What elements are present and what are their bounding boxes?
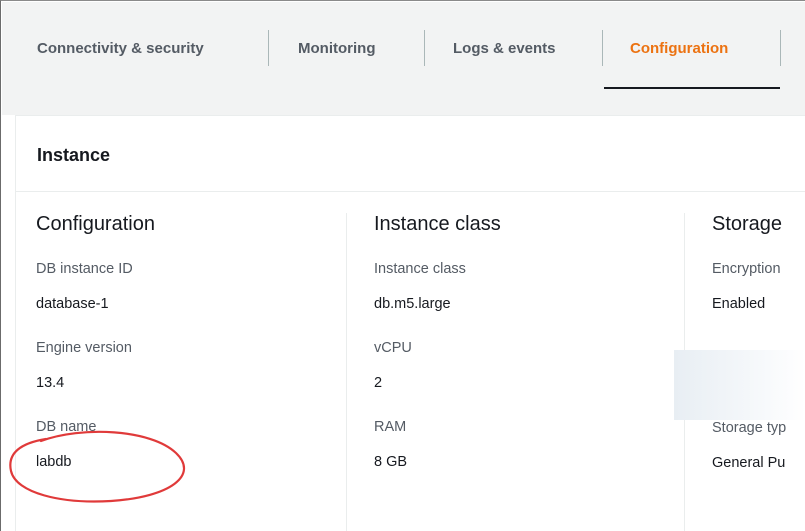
field-label: vCPU <box>374 340 412 356</box>
tab-connectivity-security[interactable]: Connectivity & security <box>37 24 204 76</box>
field-value: db.m5.large <box>374 296 451 312</box>
tab-divider <box>268 30 269 66</box>
field-value: labdb <box>36 454 72 470</box>
column-divider <box>346 213 347 531</box>
tab-logs-events[interactable]: Logs & events <box>453 24 556 76</box>
field-label: DB name <box>36 419 97 435</box>
configuration-column: Configuration DB instance ID database-1 … <box>36 213 155 496</box>
blurred-area <box>674 350 805 420</box>
field-value: 8 GB <box>374 454 408 470</box>
tab-divider <box>780 30 781 66</box>
panel-header: Instance <box>16 115 805 192</box>
tab-label: Configuration <box>630 40 729 57</box>
tab-configuration[interactable]: Configuration <box>604 24 780 90</box>
field-value: database-1 <box>36 296 109 312</box>
field-label: Engine version <box>36 340 132 356</box>
tab-monitoring[interactable]: Monitoring <box>298 24 375 76</box>
field-value: General Pu <box>712 455 786 471</box>
field-label: Instance class <box>374 261 466 277</box>
column-title: Configuration <box>36 213 155 235</box>
column-title: Instance class <box>374 213 501 235</box>
field-ram: RAM 8 GB <box>374 417 501 472</box>
field-label: Storage typ <box>712 420 787 436</box>
panel-title: Instance <box>37 145 111 165</box>
tab-divider <box>424 30 425 66</box>
tab-label: Connectivity & security <box>37 40 204 57</box>
tab-bar: Connectivity & security Monitoring Logs … <box>2 2 805 90</box>
field-vcpu: vCPU 2 <box>374 338 501 393</box>
tab-label: Monitoring <box>298 40 376 57</box>
field-storage-type: Storage typ General Pu <box>712 418 786 473</box>
field-value: 2 <box>374 375 383 391</box>
field-label: Encryption <box>712 261 781 277</box>
field-label: DB instance ID <box>36 261 133 277</box>
instance-class-column: Instance class Instance class db.m5.larg… <box>374 213 501 496</box>
field-engine-version: Engine version 13.4 <box>36 338 155 393</box>
tab-label: Logs & events <box>453 40 556 57</box>
field-value: 13.4 <box>36 375 65 391</box>
tab-divider <box>602 30 603 66</box>
column-title: Storage <box>712 213 783 235</box>
field-db-instance-id: DB instance ID database-1 <box>36 259 155 314</box>
field-value: Enabled <box>712 296 766 312</box>
field-instance-class: Instance class db.m5.large <box>374 259 501 314</box>
field-label: RAM <box>374 419 407 435</box>
rds-instance-details: Connectivity & security Monitoring Logs … <box>0 0 805 531</box>
field-db-name: DB name labdb <box>36 417 155 472</box>
field-encryption: Encryption Enabled <box>712 259 786 314</box>
section-spacer <box>2 89 805 115</box>
